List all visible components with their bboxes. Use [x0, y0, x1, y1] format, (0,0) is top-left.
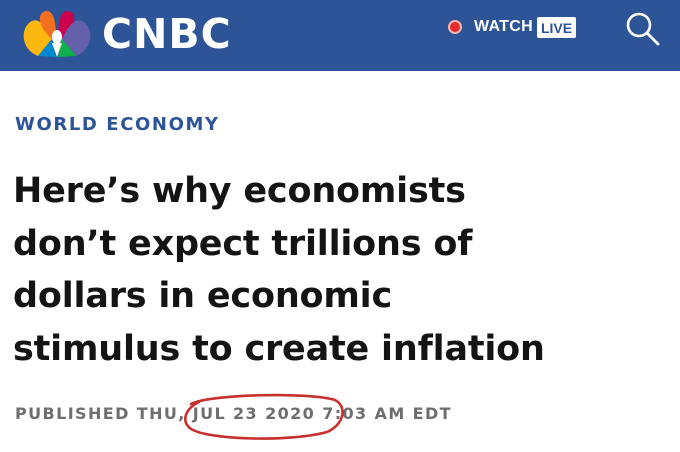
watch-label: WATCH: [474, 18, 533, 35]
published-date: JUL 23 2020: [192, 404, 316, 423]
live-dot-icon: [448, 20, 462, 34]
search-button[interactable]: [622, 8, 664, 48]
cnbc-logo[interactable]: CNBC: [16, 9, 316, 59]
search-icon: [626, 12, 660, 46]
headline-line: dollars in economic: [13, 276, 392, 316]
published-prefix: PUBLISHED THU,: [15, 404, 186, 423]
brand-wordmark: CNBC: [102, 10, 232, 58]
published-time: 7:03 AM EDT: [322, 404, 452, 423]
headline-line: Here’s why economists: [13, 171, 466, 211]
peacock-logo-icon: [23, 10, 91, 57]
headline-line: stimulus to create inflation: [13, 328, 545, 369]
live-badge: LIVE: [536, 16, 577, 38]
published-date-wrap: JUL 23 2020: [183, 393, 344, 440]
watch-live-button[interactable]: WATCH LIVE: [448, 14, 577, 40]
headline-line: don’t expect trillions of: [13, 223, 473, 264]
site-header: CNBC WATCH LIVE: [0, 0, 680, 71]
section-label[interactable]: WORLD ECONOMY: [15, 114, 220, 135]
article-headline: Here’s why economists don’t expect trill…: [13, 165, 673, 375]
published-byline: PUBLISHED THU, JUL 23 2020 7:03 AM EDT: [15, 393, 452, 440]
